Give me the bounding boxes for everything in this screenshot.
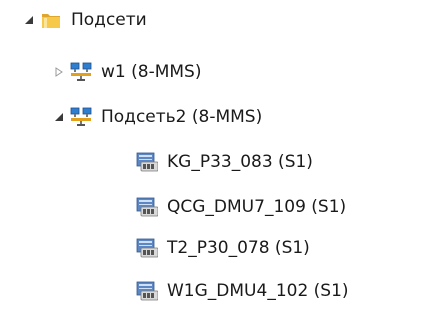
tree-node-station[interactable]: T2_P30_078 (S1) — [136, 234, 310, 262]
tree-node-label: Подсеть2 (8-MMS) — [101, 107, 263, 127]
network-icon — [70, 107, 92, 127]
tree-node-station[interactable]: QCG_DMU7_109 (S1) — [136, 193, 346, 221]
tree-node-station[interactable]: KG_P33_083 (S1) — [136, 148, 313, 176]
tree-node-label: T2_P30_078 (S1) — [167, 238, 310, 258]
tree-node-subnets-root[interactable]: Подсети — [22, 6, 147, 34]
network-icon — [70, 62, 92, 82]
station-icon — [136, 281, 158, 301]
expanded-triangle-icon[interactable] — [22, 13, 36, 27]
station-icon — [136, 197, 158, 217]
tree-node-label: QCG_DMU7_109 (S1) — [167, 197, 347, 217]
subnet-tree: Подсети w1 (8-MMS) Подсеть2 (8-MMS) KG_P… — [0, 0, 427, 309]
tree-node-subnet-podset2[interactable]: Подсеть2 (8-MMS) — [52, 103, 262, 131]
expanded-triangle-icon[interactable] — [52, 110, 66, 124]
station-icon — [136, 152, 158, 172]
tree-node-subnet-w1[interactable]: w1 (8-MMS) — [52, 58, 201, 86]
station-icon — [136, 238, 158, 258]
tree-node-label: KG_P33_083 (S1) — [167, 152, 313, 172]
tree-node-label: Подсети — [71, 10, 147, 30]
tree-node-label: W1G_DMU4_102 (S1) — [167, 281, 349, 301]
tree-node-label: w1 (8-MMS) — [101, 62, 202, 82]
tree-node-station[interactable]: W1G_DMU4_102 (S1) — [136, 277, 349, 305]
folder-icon — [40, 9, 62, 31]
collapsed-triangle-icon[interactable] — [52, 65, 66, 79]
